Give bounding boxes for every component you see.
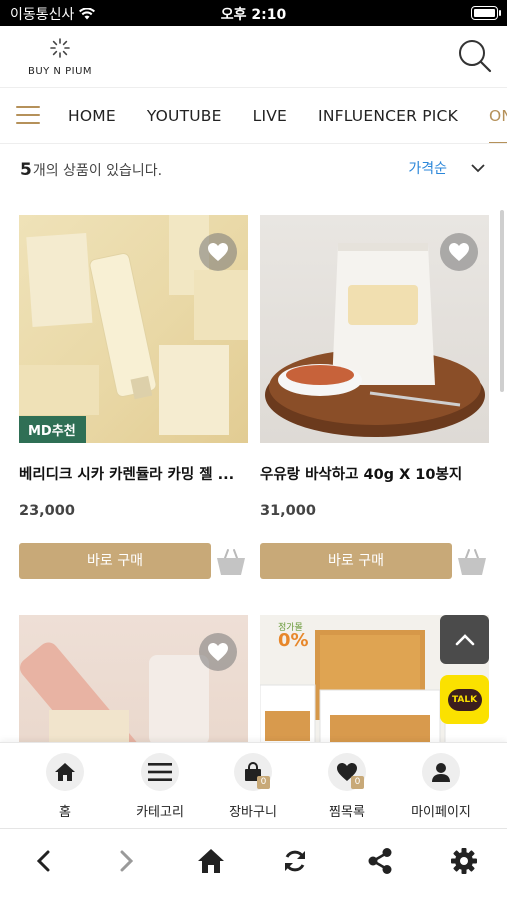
add-to-cart-button[interactable] [215,547,247,577]
bottom-menu-wishlist[interactable]: 0 찜목록 [302,753,392,820]
bottom-menu-category[interactable]: 카테고리 [115,753,205,820]
share-button[interactable] [364,845,396,877]
kakao-talk-button[interactable]: TALK [440,675,489,724]
heart-icon: 0 [328,753,366,791]
tab-only[interactable]: ONLY [488,88,507,143]
logo-text: BUY N PIUM [27,66,93,77]
user-icon [422,753,460,791]
wishlist-button[interactable] [199,633,237,671]
wishlist-count-badge: 0 [351,776,364,789]
forward-button[interactable] [111,845,143,877]
wishlist-button[interactable] [199,233,237,271]
heart-icon [449,243,469,261]
home-icon [198,849,224,873]
bottom-menu-label: 마이페이지 [411,805,471,820]
bottom-menu: 홈 카테고리 0 장바구니 0 찜목록 마이페이지 [0,742,507,828]
status-time: 오후 2:10 [220,7,287,23]
bottom-menu-label: 장바구니 [229,805,277,820]
product-price: 23,000 [19,503,75,519]
bottom-menu-label: 카테고리 [136,805,184,820]
chevron-down-icon [471,163,485,172]
refresh-button[interactable] [279,845,311,877]
product-price: 31,000 [260,503,316,519]
product-card[interactable]: 우유랑 바삭하고 40g X 10봉지 31,000 바로 구매 [260,215,489,579]
tab-home[interactable]: HOME [68,88,116,143]
main-nav: HOME YOUTUBE LIVE INFLUENCER PICK ONLY [0,88,507,144]
result-count-text: 5개의 상품이 있습니다. [20,160,162,180]
cart-count-badge: 0 [257,776,270,789]
product-image[interactable] [19,615,248,742]
browser-toolbar [0,828,507,900]
talk-bubble-icon: TALK [447,688,482,711]
shopping-basket-icon [217,549,245,575]
cart-icon: 0 [234,753,272,791]
search-button[interactable] [457,38,493,74]
bottom-menu-label: 찜목록 [329,805,365,820]
scroll-top-button[interactable] [440,615,489,664]
result-count: 5 [20,160,32,180]
promo-value: 0% [278,630,309,651]
app-header: BUY N PIUM [0,26,507,88]
tab-live[interactable]: LIVE [253,88,287,143]
product-image[interactable]: MD추천 [19,215,248,443]
buy-now-button[interactable]: 바로 구매 [19,543,211,579]
sort-select[interactable]: 가격순 [408,158,485,178]
tab-influencer-pick[interactable]: INFLUENCER PICK [318,88,458,143]
heart-icon [208,643,228,661]
bottom-menu-mypage[interactable]: 마이페이지 [396,753,486,820]
browser-home-button[interactable] [195,845,227,877]
nav-tabs: HOME YOUTUBE LIVE INFLUENCER PICK ONLY [68,88,507,143]
tab-youtube[interactable]: YOUTUBE [147,88,222,143]
menu-icon [141,753,179,791]
brand-logo[interactable]: BUY N PIUM [24,36,96,77]
bottom-menu-cart[interactable]: 0 장바구니 [208,753,298,820]
result-bar: 5개의 상품이 있습니다. 가격순 [0,144,507,198]
sort-label: 가격순 [408,161,447,177]
product-name[interactable]: 우유랑 바삭하고 40g X 10봉지 [260,463,489,484]
hamburger-menu-icon[interactable] [16,106,40,126]
status-bar: 이동통신사 오후 2:10 [0,0,507,26]
shopping-basket-icon [458,549,486,575]
product-card[interactable]: MD추천 베리디크 시카 카렌듈라 카밍 젤 ... 23,000 바로 구매 [19,215,248,579]
logo-mark-icon [50,38,70,58]
add-to-cart-button[interactable] [456,547,488,577]
chevron-up-icon [455,633,474,645]
heart-icon [208,243,228,261]
gear-icon [451,848,477,874]
product-card[interactable] [19,615,248,742]
bottom-menu-home[interactable]: 홈 [20,753,110,820]
buy-now-button[interactable]: 바로 구매 [260,543,452,579]
back-button[interactable] [27,845,59,877]
product-image[interactable] [260,215,489,443]
scrollbar[interactable] [500,210,504,392]
search-icon [459,40,492,73]
refresh-icon [285,850,305,872]
battery-icon [471,6,501,20]
chevron-left-icon [36,850,50,872]
share-icon [368,848,392,874]
home-icon [46,753,84,791]
wishlist-button[interactable] [440,233,478,271]
product-name[interactable]: 베리디크 시카 카렌듈라 카밍 젤 ... [19,463,248,484]
bottom-menu-label: 홈 [59,805,71,820]
chevron-right-icon [120,850,134,872]
result-suffix: 개의 상품이 있습니다. [32,163,163,179]
md-pick-badge: MD추천 [19,416,86,443]
settings-button[interactable] [448,845,480,877]
